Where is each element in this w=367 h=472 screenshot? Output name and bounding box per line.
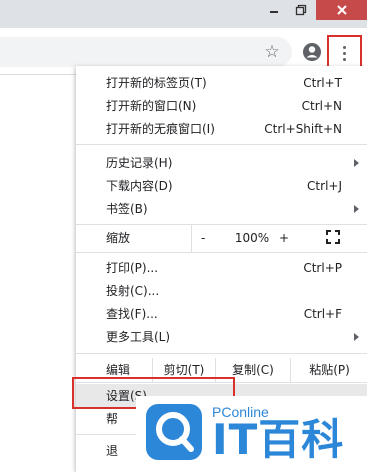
account-icon[interactable] <box>302 42 322 62</box>
star-icon[interactable]: ☆ <box>262 41 282 63</box>
pconline-logo-icon <box>146 404 202 460</box>
menu-item-more-tools[interactable]: 更多工具(L) <box>106 326 170 348</box>
zoom-out-button[interactable]: - <box>201 227 205 249</box>
close-button[interactable] <box>316 0 367 20</box>
menu-item-zoom: 缩放 <box>106 231 131 245</box>
menu-item-downloads[interactable]: 下载内容(D) <box>106 175 173 197</box>
submenu-arrow-icon <box>354 205 359 213</box>
menu-item-new-tab[interactable]: 打开新的标签页(T) <box>106 72 207 94</box>
shortcut-downloads: Ctrl+J <box>307 179 342 193</box>
menu-separator <box>76 353 367 354</box>
menu-item-help[interactable]: 帮 <box>106 408 118 430</box>
page-content <box>0 74 76 472</box>
zoom-in-button[interactable]: + <box>279 227 289 249</box>
submenu-arrow-icon <box>354 159 359 167</box>
submenu-arrow-icon <box>354 333 359 341</box>
menu-separator <box>76 252 367 253</box>
watermark-title: IT百科 <box>212 415 345 464</box>
menu-separator <box>76 144 367 145</box>
menu-item-cast[interactable]: 投射(C)... <box>106 280 159 302</box>
menu-item-new-window[interactable]: 打开新的窗口(N) <box>106 95 196 117</box>
minimize-icon <box>270 11 278 13</box>
highlight-menu-button <box>327 35 362 70</box>
shortcut-print: Ctrl+P <box>303 261 342 275</box>
menu-item-exit[interactable]: 退 <box>106 440 118 462</box>
shortcut-new-window: Ctrl+N <box>301 99 342 113</box>
zoom-level: 100% <box>234 231 270 245</box>
fullscreen-icon[interactable] <box>326 230 340 244</box>
close-icon <box>336 5 347 15</box>
menu-item-find[interactable]: 查找(F)... <box>106 303 158 325</box>
toolbar-divider <box>0 74 76 75</box>
address-bar[interactable] <box>0 37 292 67</box>
menu-item-incognito[interactable]: 打开新的无痕窗口(I) <box>106 118 215 140</box>
restore-icon <box>295 4 307 16</box>
shortcut-find: Ctrl+F <box>303 307 342 321</box>
menu-item-bookmarks[interactable]: 书签(B) <box>106 198 148 220</box>
minimize-button[interactable] <box>260 0 288 20</box>
menu-item-history[interactable]: 历史记录(H) <box>106 152 172 174</box>
maximize-button[interactable] <box>288 0 314 20</box>
menu-item-print[interactable]: 打印(P)... <box>106 257 158 279</box>
shortcut-incognito: Ctrl+Shift+N <box>264 122 342 136</box>
shortcut-new-tab: Ctrl+T <box>303 76 342 90</box>
paste-button[interactable]: 粘贴(P) <box>290 358 367 382</box>
